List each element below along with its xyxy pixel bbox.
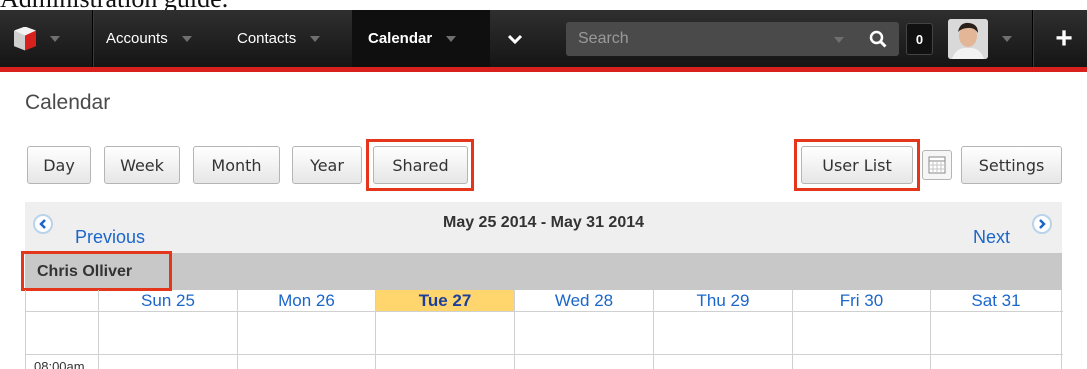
day-header-wed[interactable]: Wed 28: [515, 290, 654, 311]
quick-create-button[interactable]: +: [1041, 10, 1087, 67]
date-range: May 25 2014 - May 31 2014: [442, 214, 645, 231]
day-column-thu[interactable]: [654, 311, 793, 369]
global-search: [566, 22, 899, 56]
nav-item-contacts[interactable]: Contacts: [237, 10, 321, 67]
avatar: [948, 19, 988, 59]
callout-highlight: [366, 139, 474, 191]
chevron-down-icon: [1002, 36, 1012, 42]
day-header-sun[interactable]: Sun 25: [99, 290, 238, 311]
chevron-right-icon: [1039, 219, 1046, 229]
week-view-button[interactable]: Week: [104, 146, 180, 184]
chevron-down-icon[interactable]: [834, 37, 844, 43]
chevron-down-icon: [310, 35, 321, 42]
notifications-badge[interactable]: 0: [906, 23, 933, 55]
nav-item-label: Accounts: [106, 30, 168, 47]
day-header-thu[interactable]: Thu 29: [654, 290, 793, 311]
search-button[interactable]: [856, 22, 899, 56]
document-caption: Administration guide.: [0, 0, 420, 10]
top-navigation-bar: Accounts Contacts Calendar 0: [0, 10, 1087, 72]
chevron-down-icon: [446, 35, 457, 42]
day-column-sat[interactable]: [931, 311, 1062, 369]
day-header-mon[interactable]: Mon 26: [238, 290, 376, 311]
chevron-down-icon: [181, 35, 192, 42]
week-grid: Sun 25 Mon 26 Tue 27 Wed 28 Thu 29 Fri 3…: [25, 290, 1063, 369]
plus-icon: +: [1055, 21, 1073, 55]
chevron-down-icon: [50, 35, 60, 42]
time-column-header: [26, 290, 99, 311]
next-arrow-button[interactable]: [1032, 214, 1052, 234]
user-menu[interactable]: [944, 14, 1027, 64]
search-input[interactable]: [566, 22, 856, 56]
home-menu[interactable]: [14, 10, 80, 67]
day-view-button[interactable]: Day: [27, 146, 91, 184]
calendar-grid-icon: [928, 156, 946, 174]
shared-user-row: Chris Olliver: [25, 253, 1062, 290]
callout-highlight: [21, 251, 172, 291]
next-link[interactable]: Next: [973, 227, 1010, 248]
day-header-tue[interactable]: Tue 27: [376, 290, 515, 311]
nav-item-label: Contacts: [237, 30, 297, 47]
day-column-mon[interactable]: [238, 311, 376, 369]
day-header-sat[interactable]: Sat 31: [931, 290, 1062, 311]
search-icon: [869, 30, 887, 48]
page-title: Calendar: [25, 91, 111, 114]
settings-button[interactable]: Settings: [961, 146, 1062, 184]
day-column-wed[interactable]: [515, 311, 654, 369]
year-view-button[interactable]: Year: [292, 146, 362, 184]
nav-item-label: Calendar: [368, 30, 433, 47]
time-slot-label: 08:00am: [34, 359, 85, 369]
sugar-logo-icon: [14, 26, 36, 51]
day-column-fri[interactable]: [793, 311, 931, 369]
month-view-button[interactable]: Month: [193, 146, 280, 184]
chevron-down-icon: [507, 34, 523, 44]
calendar-navigation: Previous May 25 2014 - May 31 2014 Next: [25, 202, 1062, 253]
nav-item-accounts[interactable]: Accounts: [106, 10, 192, 67]
callout-highlight: [794, 139, 920, 191]
calendar-grid-button[interactable]: [922, 150, 952, 180]
day-column-tue[interactable]: [376, 311, 515, 369]
nav-item-calendar[interactable]: Calendar: [352, 10, 490, 67]
day-column-sun[interactable]: [99, 311, 238, 369]
day-header-fri[interactable]: Fri 30: [793, 290, 931, 311]
more-modules-button[interactable]: [502, 10, 528, 67]
